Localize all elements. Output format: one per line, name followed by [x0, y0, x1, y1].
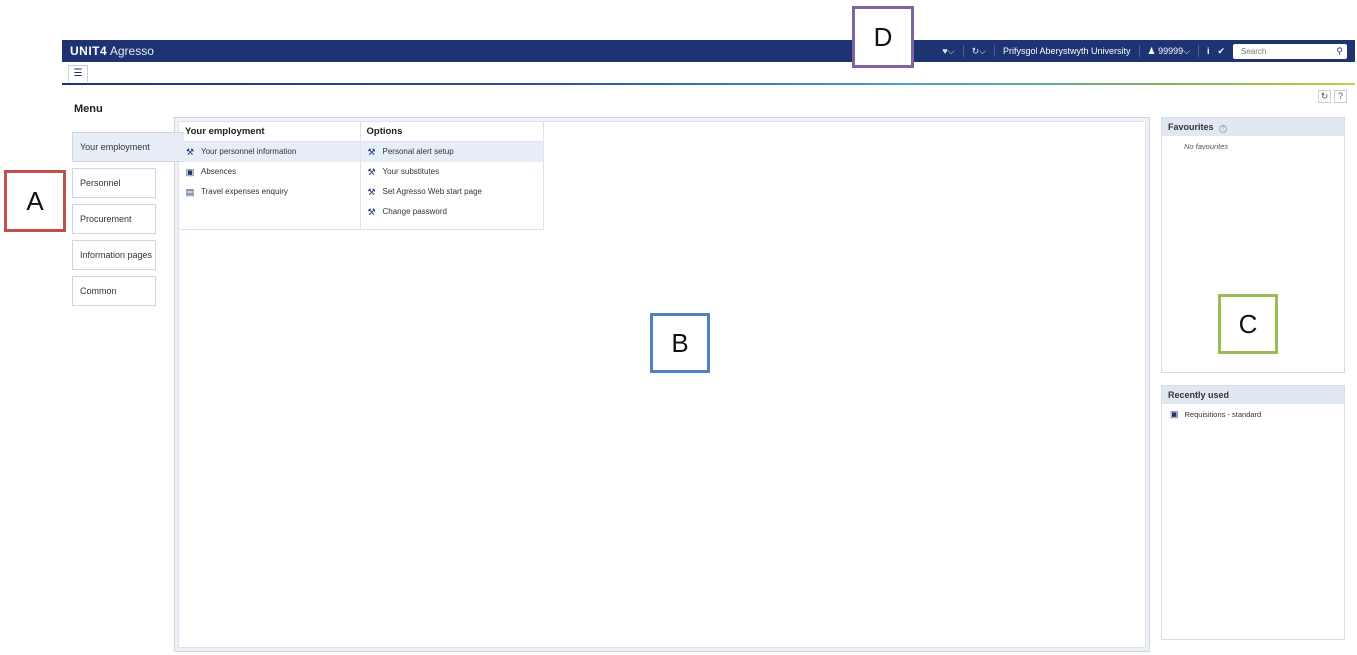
page-title: Menu [74, 103, 103, 115]
brand-name: Agresso [109, 44, 154, 58]
main-menu-inner: Your employment ⚒ Your personnel informa… [178, 121, 1146, 648]
tools-icon: ⚒ [367, 147, 376, 157]
picture-icon: ▣ [1170, 409, 1179, 419]
tools-icon: ⚒ [367, 187, 376, 197]
divider [962, 45, 964, 57]
menu-item-set-start-page[interactable]: ⚒ Set Agresso Web start page [361, 182, 544, 202]
menu-table: Your employment ⚒ Your personnel informa… [179, 122, 544, 230]
menu-item-label: Set Agresso Web start page [382, 187, 482, 196]
picture-icon: ▣ [185, 167, 195, 177]
top-right-tools: ♥⌵ ↻⌵ Prifysgol Aberystwyth University ♟… [942, 40, 1347, 62]
annotation-label-c: C [1218, 294, 1278, 354]
tab-strip: ☰ [62, 62, 1355, 84]
brand-bold: UNIT4 [70, 44, 108, 58]
form-icon: ▤ [185, 187, 195, 197]
right-column: Favourites ? No favourites Recently used… [1161, 117, 1345, 652]
user-menu[interactable]: ♟ 99999⌵ [1148, 46, 1190, 57]
organisation-name[interactable]: Prifysgol Aberystwyth University [1003, 46, 1131, 56]
menu-item-label: Absences [201, 167, 237, 176]
nav-item-common[interactable]: Common [72, 276, 156, 306]
menu-item-travel-expenses-enquiry[interactable]: ▤ Travel expenses enquiry [179, 182, 360, 202]
menu-item-change-password[interactable]: ⚒ Change password [361, 202, 544, 222]
search-icon[interactable]: ⚲ [1336, 46, 1343, 57]
menu-item-label: Your substitutes [382, 167, 440, 176]
menu-item-your-substitutes[interactable]: ⚒ Your substitutes [361, 162, 544, 182]
recent-item-label: Requisitions - standard [1184, 410, 1262, 419]
favourites-heading: Favourites ? [1162, 118, 1344, 136]
annotation-label-d: D [852, 6, 914, 68]
favourites-help-icon[interactable]: ? [1219, 125, 1228, 133]
recently-used-panel: Recently used ▣ Requisitions - standard [1161, 385, 1345, 640]
menu-item-label: Change password [382, 207, 447, 216]
tasks-check-icon[interactable]: ✔ [1217, 46, 1225, 57]
nav-item-information-pages[interactable]: Information pages [72, 240, 156, 270]
nav-item-your-employment[interactable]: Your employment [72, 132, 184, 162]
tools-icon: ⚒ [367, 167, 376, 177]
menu-column-options: Options ⚒ Personal alert setup ⚒ Your su… [360, 122, 544, 229]
favourites-title: Favourites [1168, 122, 1214, 132]
favourites-empty-text: No favourites [1184, 142, 1229, 151]
recently-used-heading: Recently used [1162, 386, 1344, 404]
menu-column-heading: Your employment [179, 122, 360, 142]
page-tools: ↻ ? [1318, 90, 1347, 103]
tools-icon: ⚒ [367, 207, 376, 217]
left-nav: Your employment Personnel Procurement In… [72, 132, 184, 312]
tab-menu[interactable]: ☰ [68, 65, 88, 82]
nav-item-procurement[interactable]: Procurement [72, 204, 156, 234]
menu-item-your-personnel-information[interactable]: ⚒ Your personnel information [179, 142, 360, 162]
history-icon[interactable]: ↻⌵ [972, 46, 986, 57]
recent-item-requisitions[interactable]: ▣ Requisitions - standard [1162, 404, 1344, 420]
nav-item-personnel[interactable]: Personnel [72, 168, 156, 198]
main-menu-area: Your employment ⚒ Your personnel informa… [174, 117, 1150, 652]
tools-icon: ⚒ [185, 147, 195, 157]
menu-item-absences[interactable]: ▣ Absences [179, 162, 360, 182]
menu-column-your-employment: Your employment ⚒ Your personnel informa… [179, 122, 361, 229]
divider [1197, 45, 1199, 57]
menu-item-label: Your personnel information [201, 147, 297, 156]
favourites-heart-icon[interactable]: ♥⌵ [942, 46, 954, 57]
refresh-icon[interactable]: ↻ [1318, 90, 1331, 103]
annotation-label-b: B [650, 313, 710, 373]
help-icon[interactable]: ? [1334, 90, 1347, 103]
search-box: ⚲ [1233, 43, 1347, 59]
menu-column-heading: Options [360, 122, 543, 142]
app-logo[interactable]: UNIT4 Agresso [70, 44, 154, 58]
annotation-label-a: A [4, 170, 66, 232]
menu-item-label: Personal alert setup [382, 147, 454, 156]
search-input[interactable] [1233, 43, 1329, 59]
top-bar: UNIT4 Agresso ♥⌵ ↻⌵ Prifysgol Aberystwyt… [62, 40, 1355, 62]
menu-item-label: Travel expenses enquiry [201, 187, 288, 196]
info-icon[interactable]: i [1207, 46, 1210, 56]
menu-item-personal-alert-setup[interactable]: ⚒ Personal alert setup [360, 142, 543, 162]
divider [993, 45, 995, 57]
divider [1138, 45, 1140, 57]
